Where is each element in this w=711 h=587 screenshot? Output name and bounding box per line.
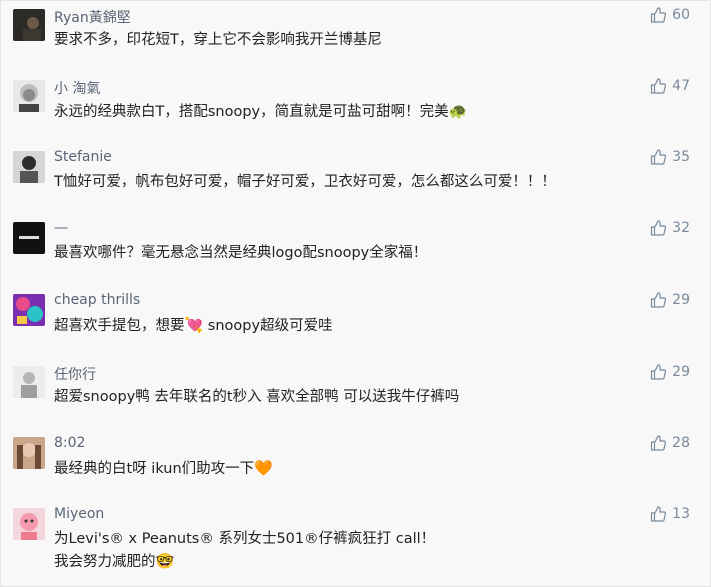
thumbs-up-icon [650,435,667,451]
comment-list: Ryan黃錦堅 要求不多，印花短T，穿上它不会影响我开兰博基尼 60 小 淘氣 … [0,0,711,587]
like-count: 28 [672,435,690,451]
like-button[interactable]: 60 [650,7,690,23]
comment-text: 最喜欢哪件？毫无悬念当然是经典logo配snoopy全家福！ [54,245,428,261]
comment-text: 永远的经典款白T，搭配snoopy，简直就是可盐可甜啊！完美🐢 [54,100,467,123]
comment-text-line-2-content: 我会努力减肥的 [54,554,156,570]
like-count: 29 [672,292,690,308]
list-item: 任你行 超爱snoopy鸭 去年联名的t秒入 喜欢全部鸭 可以送我牛仔裤吗 29 [1,358,711,428]
list-item: Miyeon 为Levi's® x Peanuts® 系列女士501®仔裤疯狂打… [1,500,711,586]
username[interactable]: Miyeon [54,506,104,522]
comment-text: 超喜欢手提包，想要💘 snoopy超级可爱哇 [54,314,333,337]
like-count: 47 [672,78,690,94]
username[interactable]: 8:02 [54,435,85,451]
thumbs-up-icon [650,364,667,380]
like-count: 13 [672,506,690,522]
like-button[interactable]: 29 [650,292,690,308]
list-item: — 最喜欢哪件？毫无悬念当然是经典logo配snoopy全家福！ 32 [1,214,711,284]
username[interactable]: 任你行 [54,364,96,384]
comment-text-content: 最经典的白t呀 ikun们助攻一下 [54,461,255,477]
list-item: 小 淘氣 永远的经典款白T，搭配snoopy，简直就是可盐可甜啊！完美🐢 47 [1,72,711,142]
list-item: cheap thrills 超喜欢手提包，想要💘 snoopy超级可爱哇 29 [1,286,711,356]
avatar[interactable] [13,366,45,398]
orange-heart-emoji: 🧡 [254,459,273,477]
comment-text-line-1: 为Levi's® x Peanuts® 系列女士501®仔裤疯狂打 call！ [54,531,436,547]
thumbs-up-icon [650,292,667,308]
thumbs-up-icon [650,220,667,236]
nerd-face-emoji: 🤓 [155,552,175,570]
comment-text: 要求不多，印花短T，穿上它不会影响我开兰博基尼 [54,32,382,48]
like-count: 32 [672,220,690,236]
heart-emoji: 💘 [184,316,204,334]
comment-text: T恤好可爱，帆布包好可爱，帽子好可爱，卫衣好可爱，怎么都这么可爱！！！ [54,174,556,190]
thumbs-up-icon [650,149,667,165]
like-button[interactable]: 13 [650,506,690,522]
avatar[interactable] [13,80,45,112]
avatar[interactable] [13,151,45,183]
comment-text: 为Levi's® x Peanuts® 系列女士501®仔裤疯狂打 call！ … [54,528,435,573]
avatar[interactable] [13,9,45,41]
comment-text: 超爱snoopy鸭 去年联名的t秒入 喜欢全部鸭 可以送我牛仔裤吗 [54,389,460,405]
like-count: 35 [672,149,690,165]
username[interactable]: Ryan黃錦堅 [54,7,131,27]
username[interactable]: Stefanie [54,149,112,165]
comment-text-line-2: 我会努力减肥的🤓 [54,550,435,573]
like-button[interactable]: 29 [650,364,690,380]
thumbs-up-icon [650,506,667,522]
list-item: 8:02 最经典的白t呀 ikun们助攻一下🧡 28 [1,429,711,499]
list-item: Ryan黃錦堅 要求不多，印花短T，穿上它不会影响我开兰博基尼 60 [1,1,711,71]
like-count: 60 [672,7,690,23]
like-button[interactable]: 28 [650,435,690,451]
avatar[interactable] [13,508,45,540]
thumbs-up-icon [650,7,667,23]
thumbs-up-icon [650,78,667,94]
like-button[interactable]: 47 [650,78,690,94]
comment-text-content-2: snoopy超级可爱哇 [203,318,333,334]
comment-text-content: 超喜欢手提包，想要 [54,318,185,334]
avatar[interactable] [13,437,45,469]
username[interactable]: 小 淘氣 [54,78,100,98]
turtle-emoji: 🐢 [448,102,468,120]
username[interactable]: — [54,220,68,236]
like-count: 29 [672,364,690,380]
like-button[interactable]: 32 [650,220,690,236]
list-item: Stefanie T恤好可爱，帆布包好可爱，帽子好可爱，卫衣好可爱，怎么都这么可… [1,143,711,213]
avatar[interactable] [13,294,45,326]
like-button[interactable]: 35 [650,149,690,165]
username[interactable]: cheap thrills [54,292,140,308]
avatar[interactable] [13,222,45,254]
comment-text: 最经典的白t呀 ikun们助攻一下🧡 [54,457,273,480]
comment-text-content: 永远的经典款白T，搭配snoopy，简直就是可盐可甜啊！完美 [54,104,449,120]
